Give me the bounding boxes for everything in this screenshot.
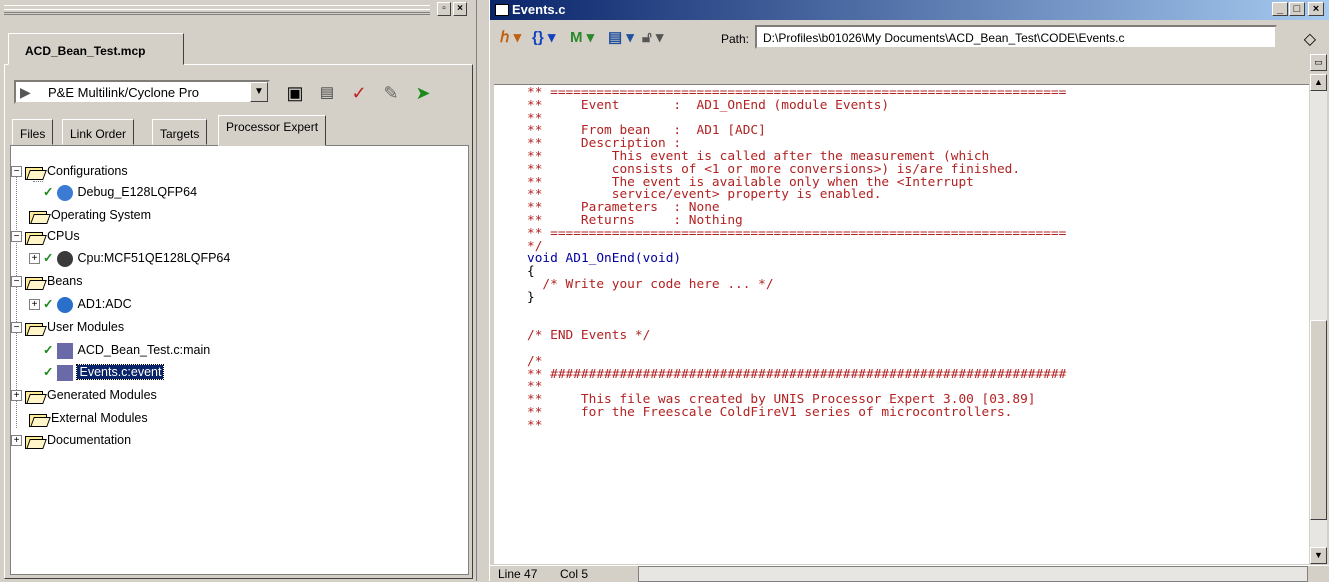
tree-item-generated-modules[interactable]: + Generated Modules	[11, 385, 157, 405]
target-icon: ▶	[20, 84, 31, 100]
folder-icon	[25, 389, 43, 405]
options-icon[interactable]: ◇	[1304, 29, 1316, 49]
minimize-button[interactable]: _	[1272, 2, 1288, 16]
code-line: **	[527, 417, 543, 433]
horizontal-scrollbar[interactable]	[638, 566, 1308, 582]
check-icon: ✓	[43, 343, 54, 357]
folder-icon	[25, 165, 43, 181]
tab-files[interactable]: Files	[12, 119, 54, 145]
folder-icon	[25, 275, 43, 291]
tree-item-documentation[interactable]: + Documentation	[11, 430, 131, 450]
tab-processor-expert[interactable]: Processor Expert	[218, 115, 327, 146]
tree-item-operating-system[interactable]: Operating System	[29, 205, 151, 225]
code-line: AD1_OnEnd(void)	[557, 251, 682, 267]
code-line: /* Write your code here ... */	[527, 276, 774, 292]
editor-titlebar[interactable]: Events.c _ □ ×	[490, 0, 1329, 20]
path-label: Path:	[721, 32, 750, 46]
debug-icon[interactable]: ➤	[410, 80, 436, 106]
expand-icon[interactable]: +	[11, 435, 22, 447]
tree-item-external-modules[interactable]: External Modules	[29, 408, 148, 428]
close-button[interactable]: ×	[1308, 2, 1324, 16]
check-icon: ✓	[43, 185, 54, 199]
expand-icon[interactable]: +	[29, 253, 40, 265]
chip-icon[interactable]: ▣	[282, 80, 308, 106]
scroll-thumb[interactable]	[1310, 320, 1327, 520]
code-line: }	[527, 289, 535, 305]
code-line: ** #####################################…	[527, 366, 1067, 382]
expand-icon[interactable]: +	[11, 390, 22, 402]
markers-icon[interactable]: M ▾	[570, 28, 594, 46]
panel-restore-button[interactable]: ▫	[437, 2, 451, 16]
editor-title: Events.c	[512, 2, 566, 17]
tree-item-ad1[interactable]: + ✓ AD1:ADC	[29, 294, 132, 314]
tree-item-cpu[interactable]: + ✓ Cpu:MCF51QE128LQFP64	[29, 248, 230, 268]
maximize-button[interactable]: □	[1289, 2, 1305, 16]
cpu-icon	[57, 250, 74, 267]
tab-link-order[interactable]: Link Order	[62, 119, 135, 145]
scroll-up-button[interactable]: ▲	[1310, 74, 1327, 91]
folder-icon	[29, 209, 47, 225]
editor-toolbar: ℎ ▾ {} ▾ M ▾ ▤ ▾ 🔓︎ ▾ Path: D:\Profiles\…	[490, 22, 1329, 52]
module-icon	[57, 342, 74, 359]
lock-icon[interactable]: 🔓︎ ▾	[642, 28, 663, 46]
functions-icon[interactable]: ℎ ▾	[500, 28, 521, 46]
braces-icon[interactable]: {} ▾	[532, 28, 555, 46]
collapse-icon[interactable]: −	[11, 231, 22, 243]
scroll-down-button[interactable]: ▼	[1310, 547, 1327, 564]
collapse-icon[interactable]: −	[11, 166, 22, 178]
code-line: /* END Events */	[527, 328, 651, 344]
folder-icon	[29, 412, 47, 428]
expand-icon[interactable]: +	[29, 299, 40, 311]
chevron-down-icon[interactable]: ▼	[250, 82, 268, 102]
tree-item-main-module[interactable]: ✓ ACD_Bean_Test.c:main	[43, 340, 210, 360]
status-line: Line 47	[498, 567, 538, 581]
folder-icon	[25, 434, 43, 450]
panel-grip[interactable]	[4, 5, 430, 15]
module-icon	[57, 364, 74, 381]
check-icon: ✓	[43, 297, 54, 311]
tree-item-debug-config[interactable]: ✓ Debug_E128LQFP64	[43, 182, 197, 202]
code-area[interactable]: ** =====================================…	[494, 84, 1309, 564]
check-icon[interactable]: ✓	[346, 80, 372, 106]
vertical-scrollbar[interactable]: ▭ ▲ ▼	[1310, 54, 1327, 564]
panel-close-button[interactable]: ×	[453, 2, 467, 16]
tree-item-user-modules[interactable]: − User Modules	[11, 317, 124, 337]
tab-targets[interactable]: Targets	[152, 119, 208, 145]
project-panel: ▫ × ACD_Bean_Test.mcp ▶ P&E Multilink/Cy…	[0, 0, 477, 581]
tool-icon[interactable]: ✎	[378, 80, 404, 106]
collapse-icon[interactable]: −	[11, 276, 22, 288]
tree-item-cpus[interactable]: − CPUs	[11, 226, 80, 246]
tree-item-events-module[interactable]: ✓ Events.c:event	[43, 362, 165, 382]
document-icon	[495, 4, 509, 16]
check-icon: ✓	[43, 365, 54, 379]
tree-item-beans[interactable]: − Beans	[11, 271, 82, 291]
folder-icon	[25, 230, 43, 246]
folder-icon	[25, 321, 43, 337]
project-tab[interactable]: ACD_Bean_Test.mcp	[8, 33, 184, 65]
bean-icon	[57, 296, 74, 313]
code-line: ** for the Freescale ColdFireV1 series o…	[527, 404, 1013, 420]
settings-icon[interactable]: ▤	[314, 80, 340, 106]
status-col: Col 5	[560, 567, 589, 581]
tree-item-configurations[interactable]: − Configurations	[11, 161, 128, 181]
target-label: P&E Multilink/Cyclone Pro	[48, 85, 199, 100]
check-icon: ✓	[43, 251, 54, 265]
target-select[interactable]: ▶ P&E Multilink/Cyclone Pro ▼	[14, 80, 270, 104]
config-icon	[57, 184, 74, 201]
collapse-icon[interactable]: −	[11, 322, 22, 334]
split-icon[interactable]: ▭	[1310, 54, 1327, 71]
file-icon[interactable]: ▤ ▾	[608, 28, 634, 46]
status-bar: Line 47 Col 5	[490, 565, 1329, 582]
project-tree: − Configurations ✓ Debug_E128LQFP64 Operat…	[10, 145, 469, 575]
code-line: ** Event : AD1_OnEnd (module Events)	[527, 97, 890, 113]
code-line: ** =====================================…	[527, 225, 1067, 241]
path-field[interactable]: D:\Profiles\b01026\My Documents\ACD_Bean…	[755, 25, 1277, 49]
editor-window: Events.c _ □ × ℎ ▾ {} ▾ M ▾ ▤ ▾ 🔓︎ ▾ Pat…	[489, 0, 1329, 582]
